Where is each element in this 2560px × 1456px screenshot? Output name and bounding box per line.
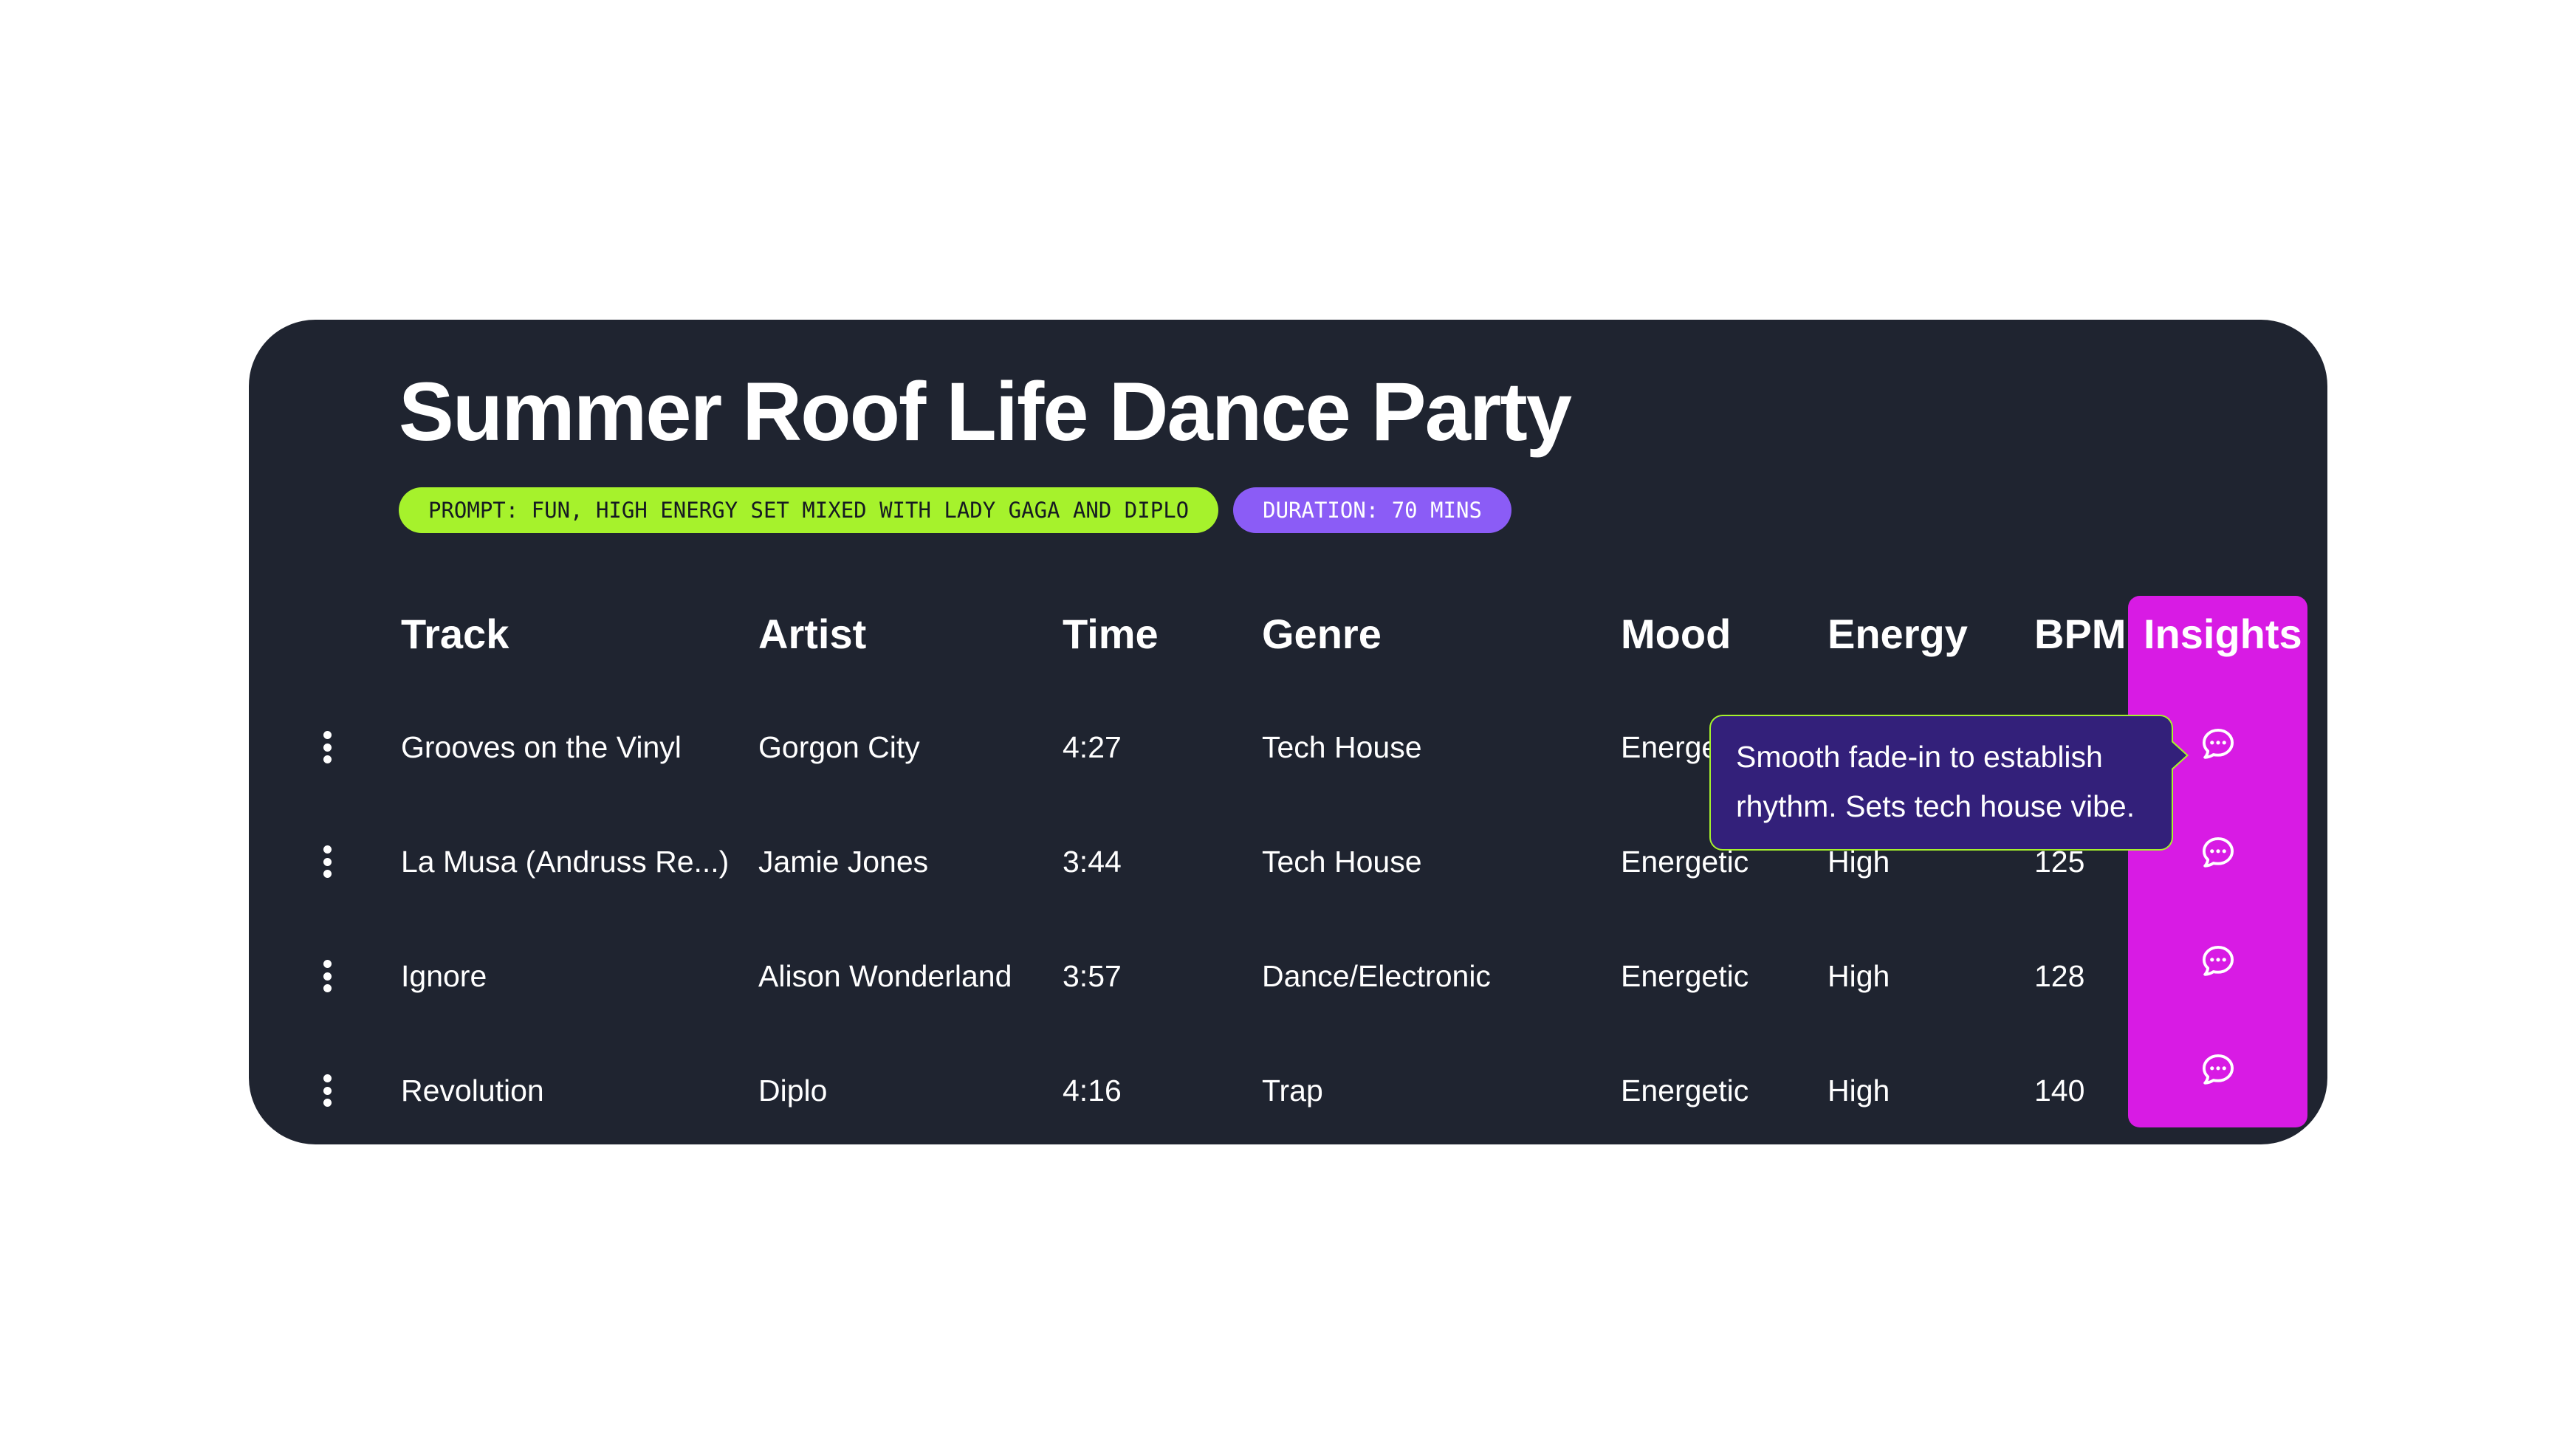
cell-bpm: 128	[2034, 959, 2085, 993]
column-header-energy: Energy	[1828, 611, 1968, 657]
cell-energy: High	[1828, 959, 1890, 993]
prompt-tag: PROMPT: FUN, HIGH ENERGY SET MIXED WITH …	[399, 487, 1219, 533]
cell-artist: Jamie Jones	[758, 845, 929, 879]
row-menu-icon[interactable]	[323, 845, 332, 878]
cell-track: Revolution	[401, 1074, 544, 1108]
chat-bubble-icon[interactable]	[2199, 1051, 2237, 1089]
tooltip-line-1: Smooth fade-in to establish	[1736, 740, 2103, 774]
chat-bubble-icon[interactable]	[2199, 834, 2237, 872]
cell-track: Grooves on the Vinyl	[401, 730, 682, 764]
chat-bubble-icon[interactable]	[2199, 942, 2237, 981]
cell-artist: Diplo	[758, 1074, 828, 1108]
cell-genre: Trap	[1262, 1074, 1323, 1108]
cell-energy: High	[1828, 1074, 1890, 1108]
column-header-artist: Artist	[758, 611, 867, 657]
cell-time: 3:57	[1063, 959, 1122, 993]
row-menu-icon[interactable]	[323, 1074, 332, 1107]
row-menu-icon[interactable]	[323, 731, 332, 763]
duration-tag: DURATION: 70 MINS	[1233, 487, 1511, 533]
cell-artist: Alison Wonderland	[758, 959, 1012, 993]
cell-mood: Energetic	[1621, 959, 1749, 993]
column-header-time: Time	[1063, 611, 1159, 657]
cell-time: 3:44	[1063, 845, 1122, 879]
cell-artist: Gorgon City	[758, 730, 920, 764]
cell-mood: Energetic	[1621, 1074, 1749, 1108]
cell-track: Ignore	[401, 959, 487, 993]
chat-bubble-icon[interactable]	[2199, 725, 2237, 763]
column-header-insights: Insights	[2144, 611, 2302, 657]
tooltip-line-2: rhythm. Sets tech house vibe.	[1736, 789, 2135, 823]
tag-row: PROMPT: FUN, HIGH ENERGY SET MIXED WITH …	[399, 487, 1511, 533]
playlist-title: Summer Roof Life Dance Party	[399, 365, 1572, 458]
cell-genre: Tech House	[1262, 845, 1422, 879]
cell-time: 4:27	[1063, 730, 1122, 764]
column-header-track: Track	[401, 611, 509, 657]
insight-tooltip: Smooth fade-in to establish rhythm. Sets…	[1709, 715, 2173, 851]
cell-time: 4:16	[1063, 1074, 1122, 1108]
tooltip-arrow	[2172, 742, 2186, 769]
cell-track: La Musa (Andruss Re...)	[401, 845, 730, 879]
column-header-genre: Genre	[1262, 611, 1382, 657]
cell-genre: Tech House	[1262, 730, 1422, 764]
cell-genre: Dance/Electronic	[1262, 959, 1491, 993]
column-header-mood: Mood	[1621, 611, 1732, 657]
cell-bpm: 140	[2034, 1074, 2085, 1108]
column-header-bpm: BPM	[2034, 611, 2127, 657]
row-menu-icon[interactable]	[323, 960, 332, 992]
